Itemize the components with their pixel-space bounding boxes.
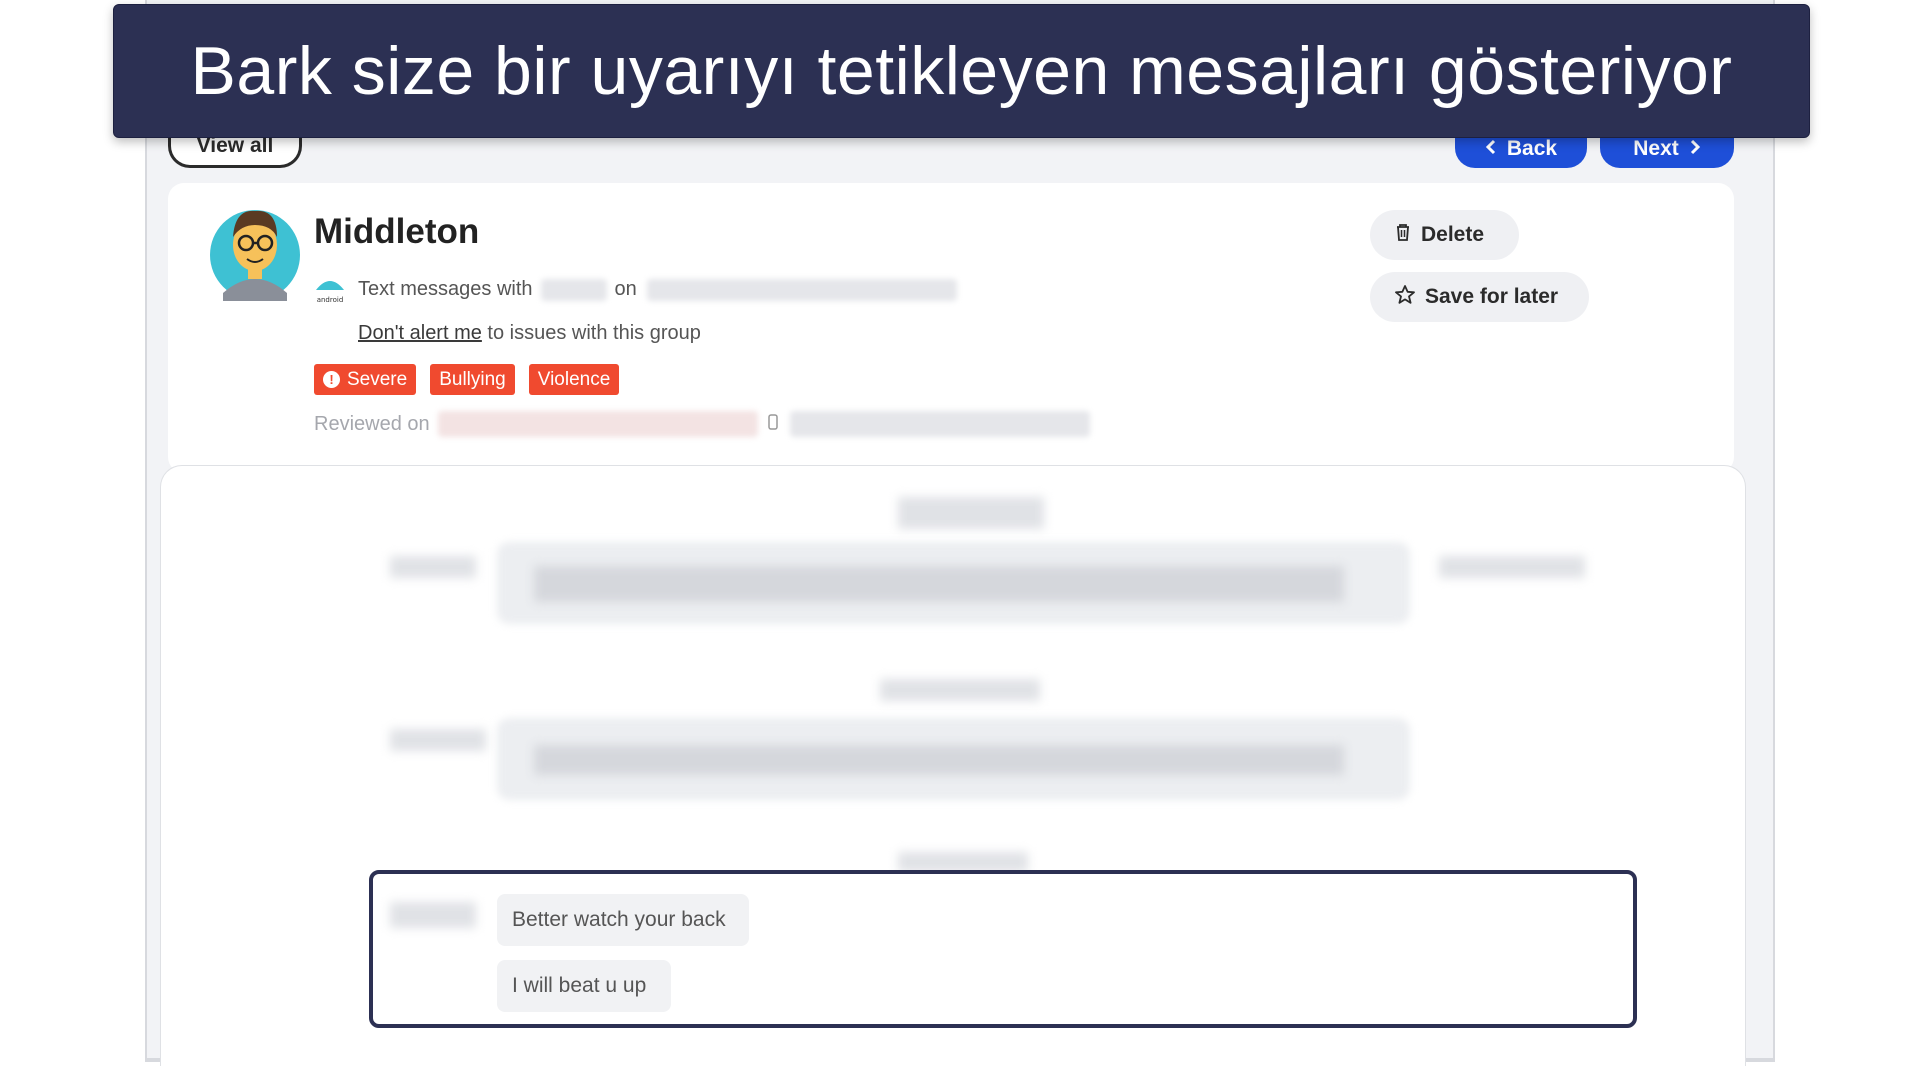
tag-label: Violence <box>537 368 611 390</box>
redacted-contact <box>540 278 607 301</box>
save-label: Save for later <box>1425 285 1559 308</box>
caption-banner: Bark size bir uyarıyı tetikleyen mesajla… <box>113 4 1810 138</box>
redacted-sender <box>390 556 476 578</box>
caption-text: Bark size bir uyarıyı tetikleyen mesajla… <box>190 33 1733 109</box>
redacted-timestamp <box>880 679 1040 701</box>
delete-label: Delete <box>1421 223 1485 246</box>
trash-icon <box>1395 223 1411 247</box>
tag-label: Severe <box>347 368 408 390</box>
dont-alert-text: to issues with this group <box>481 322 701 344</box>
redacted-review-date <box>437 411 758 437</box>
back-label: Back <box>1506 137 1558 160</box>
tag-list: ! Severe Bullying Violence <box>314 364 620 395</box>
redacted-timestamp <box>898 497 1044 529</box>
redacted-timestamp <box>1439 556 1585 578</box>
next-label: Next <box>1633 137 1679 160</box>
tag-violence: Violence <box>528 364 620 395</box>
tag-label: Bullying <box>439 368 506 390</box>
source-line: Text messages with on <box>358 278 957 301</box>
source-prefix: Text messages with <box>358 278 533 300</box>
dont-alert-link[interactable]: Don't alert me <box>358 322 482 344</box>
tag-severe: ! Severe <box>314 364 417 395</box>
redacted-date <box>646 278 957 301</box>
reviewed-label: Reviewed on <box>314 412 430 435</box>
flagged-message: Better watch your back <box>497 894 749 946</box>
reviewed-line: Reviewed on <box>314 411 1090 437</box>
dont-alert-line: Don't alert me to issues with this group <box>358 322 701 345</box>
redacted-sender <box>390 902 476 928</box>
source-on: on <box>614 278 637 300</box>
svg-text:android: android <box>317 296 344 304</box>
phone-icon <box>767 413 778 436</box>
alert-icon: ! <box>323 371 340 388</box>
tag-bullying: Bullying <box>430 364 515 395</box>
avatar <box>209 197 301 301</box>
flagged-message: I will beat u up <box>497 960 671 1012</box>
android-icon: android <box>313 274 347 304</box>
save-for-later-button[interactable]: Save for later <box>1370 272 1589 322</box>
redacted-device <box>789 411 1090 437</box>
redacted-timestamp <box>898 852 1028 872</box>
redacted-message-text <box>534 745 1344 775</box>
star-icon <box>1395 284 1415 310</box>
message-text: I will beat u up <box>512 974 647 997</box>
chevron-right-icon <box>1689 137 1701 161</box>
contact-name: Middleton <box>314 212 480 251</box>
chevron-left-icon <box>1485 137 1497 161</box>
delete-button[interactable]: Delete <box>1370 210 1519 260</box>
redacted-sender <box>390 729 486 751</box>
redacted-message-text <box>534 566 1344 602</box>
message-text: Better watch your back <box>512 908 726 931</box>
